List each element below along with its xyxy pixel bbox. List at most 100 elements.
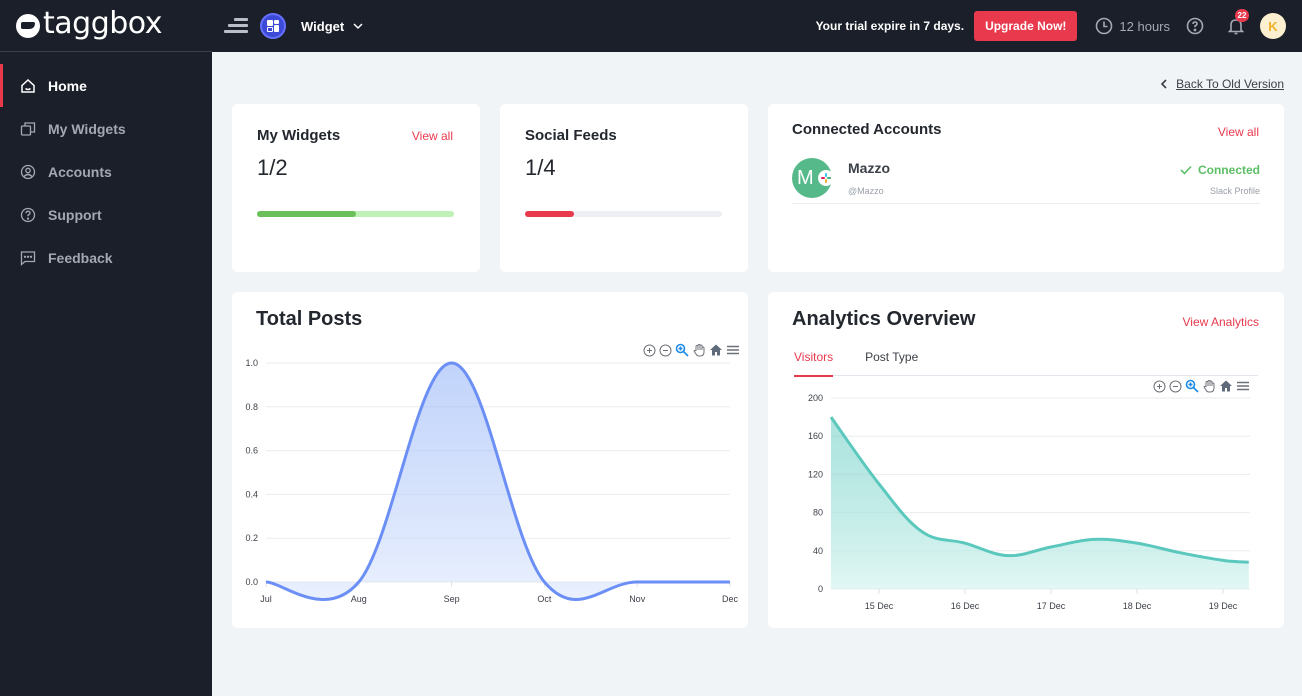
widget-icon <box>260 13 286 39</box>
status-label: Connected <box>1197 163 1260 177</box>
y-tick-label: 0.6 <box>245 446 258 456</box>
sidebar-item-label: Feedback <box>48 249 113 266</box>
sidebar-item-feedback[interactable]: Feedback <box>0 236 212 279</box>
notification-count-badge: 22 <box>1235 9 1249 22</box>
account-name: Mazzo <box>848 160 890 176</box>
y-tick-label: 0.0 <box>245 577 258 587</box>
tab-post-type[interactable]: Post Type <box>865 348 918 376</box>
sidebar-item-support[interactable]: Support <box>0 193 212 236</box>
widgets-progress-fill <box>257 211 356 217</box>
sidebar-item-my-widgets[interactable]: My Widgets <box>0 107 212 150</box>
notifications-button[interactable]: 22 <box>1228 9 1249 35</box>
time-remaining: 12 hours <box>1095 17 1170 35</box>
zoom-in-icon[interactable] <box>1153 380 1166 393</box>
x-tick-label: Dec <box>722 594 739 604</box>
y-tick-label: 0.8 <box>245 402 258 412</box>
account-list-item[interactable]: M Mazzo @Mazzo Connected Slack Profile <box>792 156 1260 204</box>
card-title: My Widgets <box>257 127 341 144</box>
visitors-chart: 0 40 80 120 160 200 15 Dec 16 Dec 17 Dec 18 Dec 19… <box>808 393 1250 611</box>
help-button[interactable] <box>1186 17 1204 35</box>
tab-visitors[interactable]: Visitors <box>794 348 834 377</box>
y-tick-label: 1.0 <box>245 358 258 368</box>
sidebar-item-label: Accounts <box>48 163 112 180</box>
chart-menu-icon[interactable] <box>1236 379 1250 393</box>
account-type: Slack Profile <box>1209 186 1260 196</box>
sidebar: taggbox Home My Widgets Accounts Support <box>0 0 212 696</box>
social-feeds-card: Social Feeds 1/4 <box>500 104 748 272</box>
sidebar-item-home[interactable]: Home <box>0 64 212 107</box>
y-tick-label: 80 <box>813 508 823 518</box>
card-title: Connected Accounts <box>792 121 942 138</box>
menu-toggle-icon[interactable] <box>222 17 248 35</box>
x-tick-label: 16 Dec <box>951 601 980 611</box>
user-avatar[interactable]: K <box>1260 13 1286 39</box>
x-tick-label: 19 Dec <box>1209 601 1238 611</box>
y-tick-label: 160 <box>808 431 823 441</box>
y-tick-label: 0 <box>818 584 823 594</box>
analytics-tabs: Visitors Post Type <box>794 348 1258 377</box>
x-tick-label: Aug <box>351 594 367 604</box>
hours-text: 12 hours <box>1119 18 1170 34</box>
feeds-progress-fill <box>525 211 575 217</box>
y-tick-label: 0.4 <box>245 489 258 499</box>
question-circle-icon <box>1186 17 1204 35</box>
slack-icon <box>818 170 834 186</box>
chart-toolbar <box>1153 379 1250 393</box>
x-tick-label: 15 Dec <box>865 601 894 611</box>
back-to-old-version-link[interactable]: Back To Old Version <box>1160 77 1284 91</box>
taggbox-logo-icon <box>16 13 40 38</box>
widget-selector-label: Widget <box>301 18 345 34</box>
sidebar-item-label: Support <box>48 206 102 223</box>
analytics-overview-card: Analytics Overview View Analytics Visito… <box>768 292 1284 628</box>
sidebar-item-label: My Widgets <box>48 120 126 137</box>
trial-notice: Your trial expire in 7 days. <box>815 19 965 33</box>
chevron-down-icon <box>353 23 363 30</box>
y-tick-label: 120 <box>808 469 823 479</box>
sidebar-item-accounts[interactable]: Accounts <box>0 150 212 193</box>
upgrade-button[interactable]: Upgrade Now! <box>974 11 1078 41</box>
check-icon <box>1180 165 1192 175</box>
widgets-progress-bar <box>257 211 454 217</box>
brand-logo[interactable]: taggbox <box>0 0 212 52</box>
widget-selector[interactable]: Widget <box>301 19 364 34</box>
y-tick-label: 0.2 <box>245 533 258 543</box>
view-all-accounts-link[interactable]: View all <box>1218 125 1259 139</box>
x-tick-label: Nov <box>629 594 646 604</box>
view-analytics-link[interactable]: View Analytics <box>1183 315 1259 329</box>
total-posts-chart: 0.0 0.2 0.4 0.6 0.8 1.0 Jul Aug Sep Oct Nov Dec <box>245 358 739 604</box>
total-posts-card: Total Posts 0.0 0.2 0.4 0.6 0.8 1.0 Jul Aug Sep O… <box>232 292 748 628</box>
series-area <box>266 363 730 600</box>
my-widgets-card: My Widgets View all 1/2 <box>232 104 480 272</box>
sidebar-item-label: Home <box>48 77 87 94</box>
back-link-label: Back To Old Version <box>1176 77 1284 91</box>
pan-hand-icon[interactable] <box>1202 379 1216 393</box>
question-circle-icon <box>20 207 36 223</box>
card-title: Total Posts <box>256 308 363 330</box>
reset-home-icon[interactable] <box>1219 379 1233 393</box>
zoom-out-icon[interactable] <box>1169 380 1182 393</box>
feeds-count: 1/4 <box>525 155 556 180</box>
x-tick-label: Jul <box>260 594 272 604</box>
y-tick-label: 40 <box>813 546 823 556</box>
x-tick-label: 18 Dec <box>1123 601 1152 611</box>
x-tick-label: Sep <box>444 594 460 604</box>
brand-name: taggbox <box>43 5 162 41</box>
card-title: Social Feeds <box>525 127 617 144</box>
chevron-left-icon <box>1161 79 1167 89</box>
user-circle-icon <box>20 164 36 180</box>
widgets-count: 1/2 <box>257 155 288 180</box>
widgets-icon <box>20 121 36 137</box>
account-handle: @Mazzo <box>848 186 884 196</box>
x-tick-label: 17 Dec <box>1037 601 1066 611</box>
feeds-progress-bar <box>525 211 722 217</box>
chat-icon <box>20 250 36 266</box>
connected-accounts-card: Connected Accounts View all M Mazzo @Maz… <box>768 104 1284 272</box>
card-title: Analytics Overview <box>792 308 976 330</box>
selection-zoom-icon[interactable] <box>1185 379 1199 393</box>
view-all-widgets-link[interactable]: View all <box>412 129 453 143</box>
top-bar: Widget Your trial expire in 7 days. Upgr… <box>212 0 1302 52</box>
y-tick-label: 200 <box>808 393 823 403</box>
x-tick-label: Oct <box>537 594 552 604</box>
sidebar-nav: Home My Widgets Accounts Support Feedbac… <box>0 52 212 279</box>
account-status: Connected <box>1180 163 1260 177</box>
